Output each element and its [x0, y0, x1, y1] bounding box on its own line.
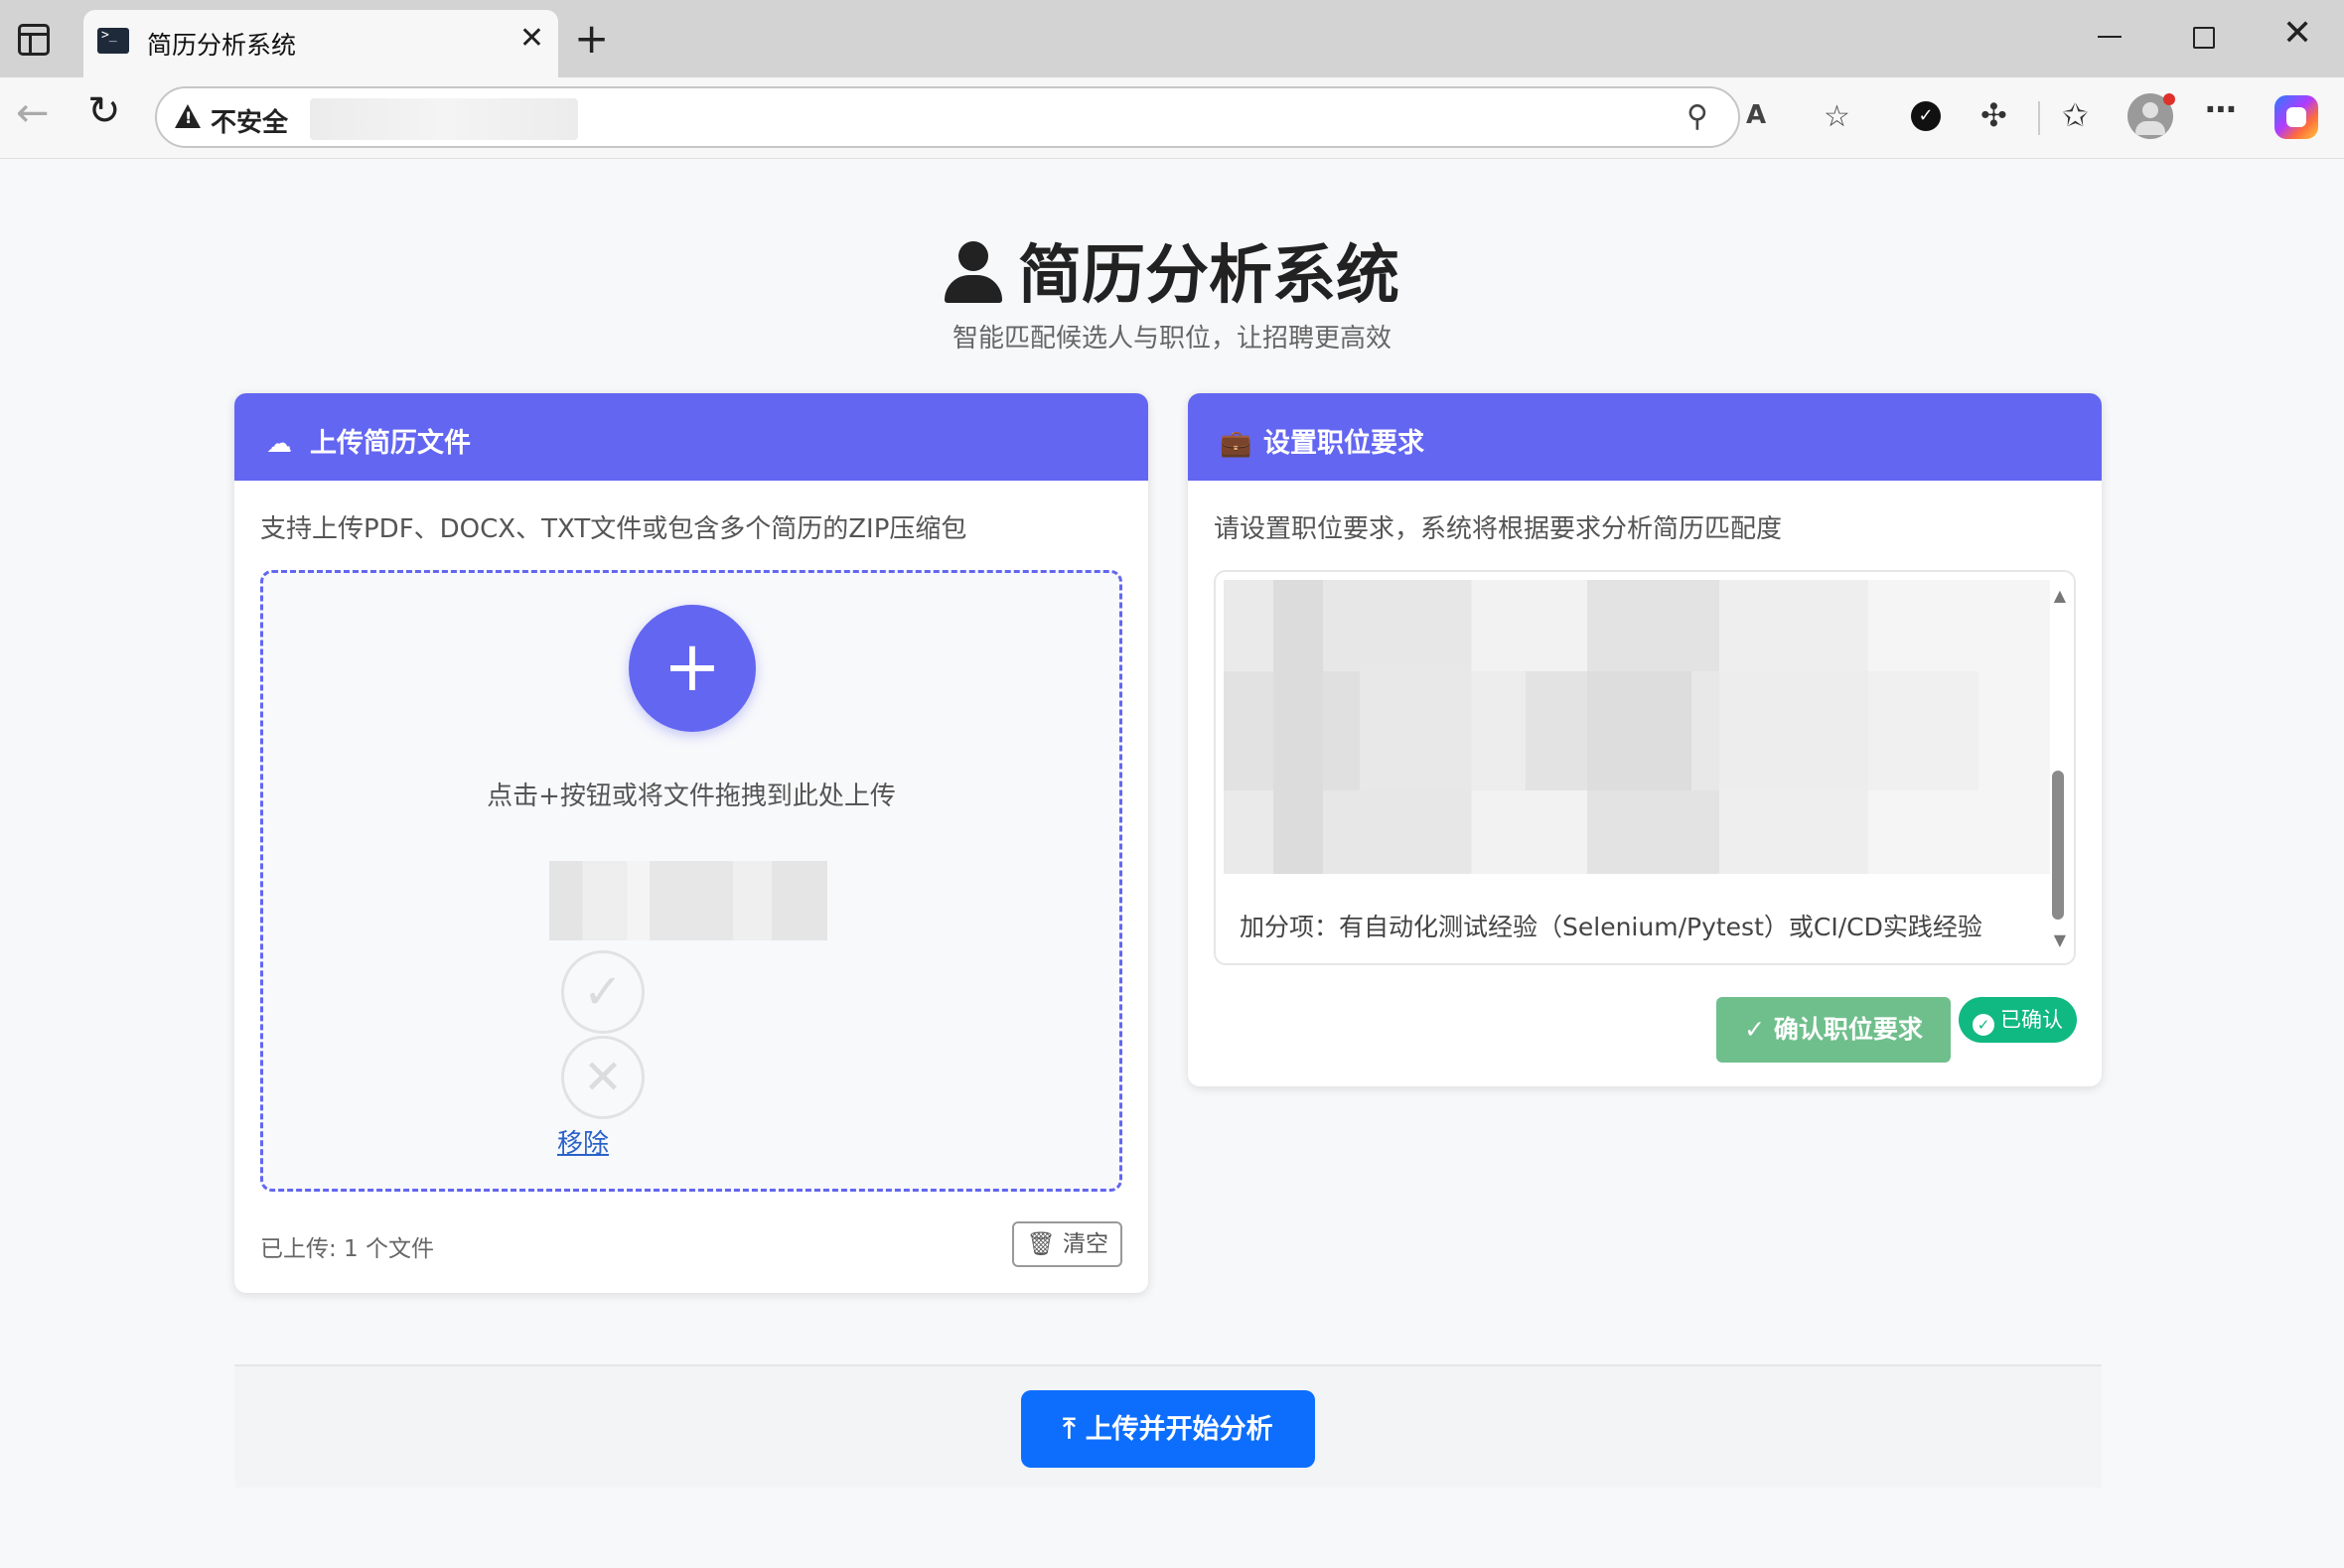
- user-tie-icon: [945, 239, 1002, 303]
- analyze-button-label: 上传并开始分析: [1085, 1414, 1273, 1445]
- job-card-header: 💼 设置职位要求: [1188, 393, 2102, 481]
- terminal-icon: [97, 28, 129, 54]
- copilot-icon[interactable]: [2274, 95, 2318, 139]
- tab-title: 简历分析系统: [147, 31, 297, 60]
- scroll-up-arrow-icon[interactable]: ▲: [2054, 586, 2066, 605]
- confirm-button-label: 确认职位要求: [1773, 1015, 1923, 1044]
- requirements-visible-line: 加分项：有自动化测试经验（Selenium/Pytest）或CI/CD实践经验: [1240, 913, 1982, 941]
- extension-check-icon[interactable]: ✓: [1911, 101, 1941, 131]
- page-title-text: 简历分析系统: [1018, 239, 1399, 313]
- file-dropzone[interactable]: + 点击+按钮或将文件拖拽到此处上传 ✓ ✕ 移除: [260, 570, 1122, 1192]
- scroll-down-arrow-icon[interactable]: ▼: [2054, 930, 2066, 949]
- minimize-button[interactable]: [2098, 36, 2122, 38]
- new-tab-button[interactable]: +: [574, 18, 609, 60]
- page-subtitle: 智能匹配候选人与职位，让招聘更高效: [952, 324, 1392, 354]
- upload-count: 已上传: 1 个文件: [260, 1236, 435, 1262]
- check-icon[interactable]: ✓: [561, 950, 645, 1034]
- clear-button[interactable]: 🗑 清空: [1012, 1221, 1122, 1267]
- upload-and-analyze-button[interactable]: ⤒ 上传并开始分析: [1021, 1390, 1315, 1468]
- check-circle-icon: ✓: [1973, 1014, 1994, 1036]
- check-icon: ✓: [1744, 1015, 1766, 1044]
- requirements-text-lower: [1224, 671, 1978, 790]
- profile-notification-dot: [2163, 93, 2175, 105]
- browser-tab[interactable]: 简历分析系统 ✕: [83, 10, 558, 77]
- address-bar[interactable]: 不安全 ⚲ A ☆: [155, 86, 1850, 148]
- back-arrow-icon[interactable]: ←: [16, 93, 50, 133]
- upload-card-title: 上传简历文件: [310, 428, 471, 459]
- tab-actions-icon[interactable]: [18, 24, 50, 56]
- confirmed-badge-label: 已确认: [2000, 1008, 2063, 1032]
- window-close-button[interactable]: ✕: [2282, 16, 2312, 52]
- job-card-title: 设置职位要求: [1263, 428, 1424, 459]
- browser-toolbar: ← ↻ 不安全 ⚲ A ☆ ✓ ✣ ✩ ⋯: [0, 77, 2344, 159]
- favorites-icon[interactable]: ✩: [2062, 99, 2089, 131]
- reload-icon[interactable]: ↻: [87, 91, 121, 131]
- upload-icon: ⤒: [1063, 1412, 1076, 1445]
- tab-close-icon[interactable]: ✕: [519, 24, 544, 54]
- confirm-requirements-button[interactable]: ✓ 确认职位要求: [1716, 997, 1951, 1063]
- job-requirements-textarea[interactable]: 加分项：有自动化测试经验（Selenium/Pytest）或CI/CD实践经验 …: [1214, 570, 2076, 965]
- favorite-star-icon[interactable]: ☆: [1824, 102, 1850, 132]
- more-menu-icon[interactable]: ⋯: [2205, 93, 2237, 125]
- job-requirements-card: 💼 设置职位要求 请设置职位要求，系统将根据要求分析简历匹配度 加分项：有自动化测…: [1188, 393, 2102, 1086]
- job-description: 请设置职位要求，系统将根据要求分析简历匹配度: [1214, 514, 1783, 544]
- drop-hint: 点击+按钮或将文件拖拽到此处上传: [487, 782, 896, 811]
- warning-icon: [175, 104, 201, 128]
- read-aloud-icon[interactable]: A: [1746, 102, 1766, 128]
- url-text[interactable]: [310, 98, 578, 140]
- zoom-icon[interactable]: ⚲: [1686, 102, 1708, 132]
- upload-description: 支持上传PDF、DOCX、TXT文件或包含多个简历的ZIP压缩包: [260, 514, 967, 544]
- clear-button-label: 清空: [1063, 1231, 1108, 1257]
- cloud-upload-icon: ☁: [266, 429, 292, 459]
- remove-file-link[interactable]: 移除: [557, 1123, 609, 1160]
- trash-icon: 🗑: [1026, 1231, 1056, 1257]
- briefcase-icon: 💼: [1220, 429, 1252, 459]
- confirmed-status-badge: ✓ 已确认: [1959, 997, 2077, 1043]
- upload-card: ☁ 上传简历文件 支持上传PDF、DOCX、TXT文件或包含多个简历的ZIP压缩包…: [234, 393, 1148, 1293]
- page-title: 简历分析系统: [0, 224, 2344, 316]
- extensions-puzzle-icon[interactable]: ✣: [1980, 99, 2007, 131]
- action-area: ⤒ 上传并开始分析: [234, 1364, 2102, 1488]
- insecure-label[interactable]: 不安全: [211, 102, 288, 139]
- scrollbar-thumb[interactable]: [2052, 771, 2064, 920]
- close-icon[interactable]: ✕: [561, 1036, 645, 1119]
- uploaded-file-name: [549, 861, 827, 940]
- add-file-button[interactable]: +: [629, 605, 756, 732]
- upload-card-header: ☁ 上传简历文件: [234, 393, 1148, 481]
- browser-tab-bar: 简历分析系统 ✕ + ✕: [0, 0, 2344, 77]
- maximize-button[interactable]: [2193, 27, 2215, 49]
- toolbar-divider: [2038, 101, 2040, 135]
